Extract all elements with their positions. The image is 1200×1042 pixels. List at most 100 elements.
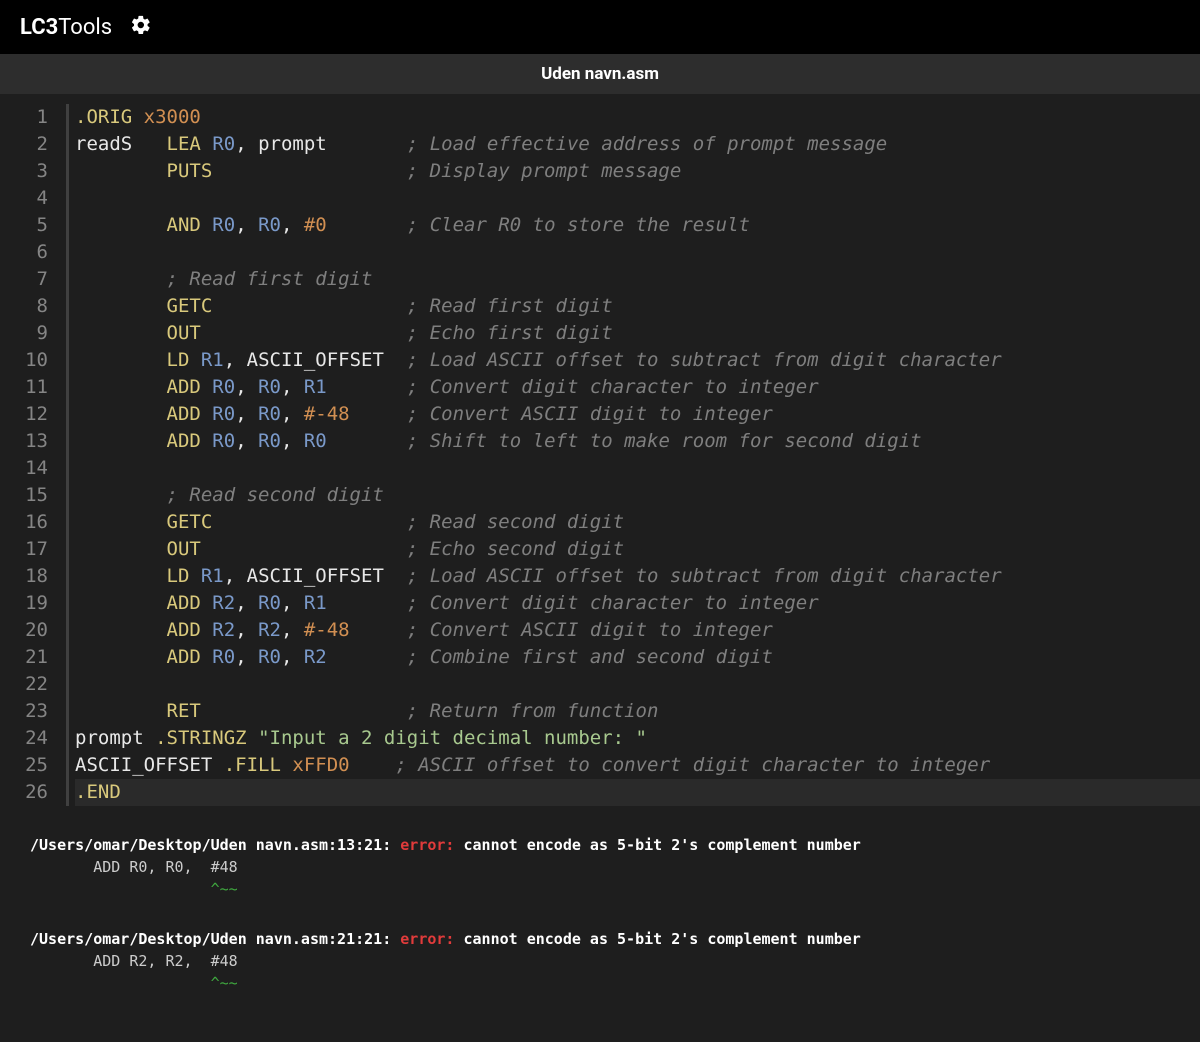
code-line[interactable] (75, 185, 1200, 212)
line-number: 15 (18, 482, 48, 509)
code-line[interactable]: prompt .STRINGZ "Input a 2 digit decimal… (75, 725, 1200, 752)
code-token (75, 268, 167, 290)
code-token (350, 403, 407, 425)
code-token: R0 (258, 214, 281, 236)
error-code-line: ADD R0, R0, #48 (30, 856, 1192, 878)
code-token (75, 511, 167, 533)
code-token (201, 538, 407, 560)
code-line[interactable] (75, 239, 1200, 266)
line-number: 9 (18, 320, 48, 347)
code-token: , (281, 214, 304, 236)
code-line[interactable]: .ORIG x3000 (75, 104, 1200, 131)
code-line[interactable]: RET ; Return from function (75, 698, 1200, 725)
error-code-line: ADD R2, R2, #48 (30, 950, 1192, 972)
error-tag: error: (400, 930, 463, 948)
error-header: /Users/omar/Desktop/Uden navn.asm:21:21:… (30, 928, 1192, 950)
line-number: 24 (18, 725, 48, 752)
code-token: R2 (212, 592, 235, 614)
code-token (201, 133, 212, 155)
code-area[interactable]: .ORIG x3000readS LEA R0, prompt ; Load e… (66, 104, 1200, 806)
editor[interactable]: 1234567891011121314151617181920212223242… (0, 94, 1200, 806)
code-line[interactable]: LD R1, ASCII_OFFSET ; Load ASCII offset … (75, 347, 1200, 374)
code-line[interactable]: GETC ; Read first digit (75, 293, 1200, 320)
code-line[interactable] (75, 455, 1200, 482)
code-line[interactable]: OUT ; Echo second digit (75, 536, 1200, 563)
code-token: R0 (212, 430, 235, 452)
code-token: .FILL (224, 754, 281, 776)
code-token (384, 349, 407, 371)
code-token: ; Return from function (407, 700, 659, 722)
code-token (327, 214, 407, 236)
error-message: cannot encode as 5-bit 2's complement nu… (463, 836, 860, 854)
code-token (247, 727, 258, 749)
code-token (201, 700, 407, 722)
code-line[interactable]: ADD R2, R0, R1 ; Convert digit character… (75, 590, 1200, 617)
code-token: xFFD0 (292, 754, 349, 776)
code-token: ; Load ASCII offset to subtract from dig… (407, 349, 1002, 371)
line-number: 2 (18, 131, 48, 158)
code-token (201, 430, 212, 452)
code-line[interactable] (75, 671, 1200, 698)
line-number: 5 (18, 212, 48, 239)
code-token: .END (75, 781, 121, 803)
output-console[interactable]: /Users/omar/Desktop/Uden navn.asm:13:21:… (0, 806, 1200, 1042)
code-line[interactable]: ADD R0, R0, R0 ; Shift to left to make r… (75, 428, 1200, 455)
code-line[interactable]: ASCII_OFFSET .FILL xFFD0 ; ASCII offset … (75, 752, 1200, 779)
code-token: prompt (75, 727, 144, 749)
code-line[interactable]: ; Read first digit (75, 266, 1200, 293)
code-line[interactable]: LD R1, ASCII_OFFSET ; Load ASCII offset … (75, 563, 1200, 590)
code-token: ; Convert digit character to integer (407, 592, 819, 614)
code-token: R2 (304, 646, 327, 668)
code-token: , (235, 646, 258, 668)
code-token: PUTS (167, 160, 213, 182)
code-line[interactable]: ADD R0, R0, R1 ; Convert digit character… (75, 374, 1200, 401)
code-line[interactable]: ADD R0, R0, R2 ; Combine first and secon… (75, 644, 1200, 671)
code-token (281, 754, 292, 776)
code-token: , (281, 376, 304, 398)
code-token: x3000 (144, 106, 201, 128)
code-line[interactable]: ADD R2, R2, #-48 ; Convert ASCII digit t… (75, 617, 1200, 644)
code-token (201, 646, 212, 668)
code-token: ADD (167, 403, 201, 425)
line-number: 12 (18, 401, 48, 428)
line-number: 8 (18, 293, 48, 320)
line-number: 18 (18, 563, 48, 590)
error-header: /Users/omar/Desktop/Uden navn.asm:13:21:… (30, 834, 1192, 856)
code-token: , (235, 430, 258, 452)
code-token: GETC (167, 295, 213, 317)
code-line[interactable]: ADD R0, R0, #-48 ; Convert ASCII digit t… (75, 401, 1200, 428)
code-token: ; Read first digit (167, 268, 373, 290)
code-token (75, 538, 167, 560)
code-line[interactable]: PUTS ; Display prompt message (75, 158, 1200, 185)
code-token: ASCII_OFFSET (247, 565, 384, 587)
code-token: AND (167, 214, 201, 236)
code-line[interactable]: ; Read second digit (75, 482, 1200, 509)
code-line[interactable]: OUT ; Echo first digit (75, 320, 1200, 347)
code-token (75, 619, 167, 641)
code-token: R0 (258, 430, 281, 452)
line-number: 26 (18, 779, 48, 806)
gear-icon[interactable] (130, 14, 152, 41)
error-tag: error: (400, 836, 463, 854)
code-token (189, 565, 200, 587)
code-token: R0 (212, 214, 235, 236)
code-line[interactable]: .END (75, 779, 1200, 806)
code-token (144, 727, 155, 749)
code-token: , (281, 430, 304, 452)
code-token (75, 592, 167, 614)
code-token: , (235, 619, 258, 641)
code-token (350, 619, 407, 641)
code-line[interactable]: AND R0, R0, #0 ; Clear R0 to store the r… (75, 212, 1200, 239)
error-caret: ^~~ (30, 972, 1192, 994)
code-token: #-48 (304, 403, 350, 425)
code-line[interactable]: GETC ; Read second digit (75, 509, 1200, 536)
code-token: ; Load effective address of prompt messa… (407, 133, 887, 155)
code-token (212, 754, 223, 776)
code-token (201, 214, 212, 236)
code-token: LD (167, 565, 190, 587)
code-line[interactable]: readS LEA R0, prompt ; Load effective ad… (75, 131, 1200, 158)
code-token: OUT (167, 538, 201, 560)
active-tab[interactable]: Uden navn.asm (541, 64, 659, 84)
tab-bar: Uden navn.asm (0, 54, 1200, 94)
line-number: 17 (18, 536, 48, 563)
